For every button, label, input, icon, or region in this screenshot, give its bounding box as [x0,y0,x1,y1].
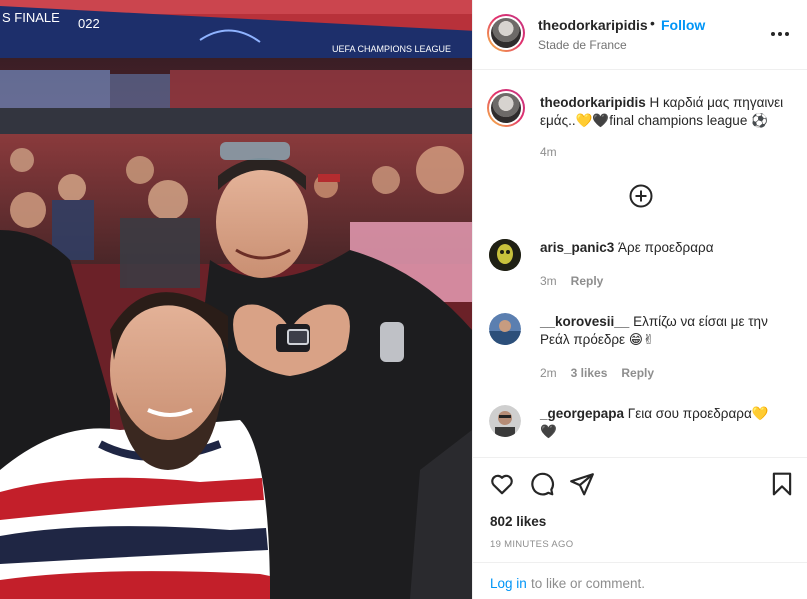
banner-text-left: S FINALE [2,10,60,25]
reply-button[interactable]: Reply [571,274,604,288]
black-heart-emoji: 🖤 [540,424,557,440]
comment-body-line-2: Ρεάλ πρόεδρε [540,332,629,347]
black-heart-emoji: 🖤 [592,113,610,129]
comment-time: 2m [540,366,557,380]
header-separator: • [650,15,655,31]
soccer-ball-emoji: ⚽ [751,113,768,129]
comment-username[interactable]: _georgepapa [540,406,624,421]
comment-icon[interactable] [529,471,555,497]
caption-username[interactable]: theodorkaripidis [540,95,646,110]
login-prompt: Log in to like or comment. [473,562,807,599]
post-location[interactable]: Stade de France [538,38,627,52]
follow-button[interactable]: Follow [661,17,705,33]
caption-line-3: final champions league [609,113,752,128]
banner-text-right: UEFA CHAMPIONS LEAGUE [332,44,451,54]
plus-circle-icon[interactable] [629,184,653,208]
caption-author-avatar[interactable] [487,89,525,127]
comment-body: Ελπίζω να είσαι με την [629,314,768,329]
caption-line-1: Η καρδιά μας πηγαινει [645,95,784,110]
caption-meta: 4m [540,145,571,159]
commenter-avatar[interactable] [489,239,521,271]
comment-body: Άρε προεδραρα [614,240,714,255]
grin-victory-emoji: 😁✌ [628,332,655,348]
caption-line-2: εμάς.. [540,113,576,128]
yellow-heart-emoji: 💛 [751,406,769,422]
comment-text: aris_panic3 Άρε προεδραρα [540,239,790,257]
caption-time: 4m [540,145,557,159]
likes-count[interactable]: 802 likes [490,514,546,529]
bookmark-icon[interactable] [769,471,795,497]
comment-username[interactable]: aris_panic3 [540,240,614,255]
comment-time: 3m [540,274,557,288]
post-actions: 802 likes 19 MINUTES AGO Log in to like … [473,457,807,599]
banner-text-year: 022 [78,16,100,31]
post-header: theodorkaripidis • Follow Stade de Franc… [473,0,807,70]
comment-meta: 2m 3 likes Reply [540,366,668,380]
more-options-icon[interactable] [769,24,791,44]
comments-list[interactable]: theodorkaripidis Η καρδιά μας πηγαινει ε… [473,71,807,457]
reply-button[interactable]: Reply [621,366,654,380]
heart-icon[interactable] [489,471,515,497]
post-timestamp[interactable]: 19 MINUTES AGO [490,539,573,550]
author-avatar[interactable] [487,14,525,52]
login-prompt-text: to like or comment. [531,576,646,591]
post-side-panel: theodorkaripidis • Follow Stade de Franc… [472,0,807,599]
comment-text: _georgepapa Γεια σου προεδραρα💛 🖤 [540,405,790,441]
caption-text: theodorkaripidis Η καρδιά μας πηγαινει ε… [540,94,790,130]
yellow-heart-emoji: 💛 [575,113,593,129]
comment-meta: 3m Reply [540,274,617,288]
comment-likes[interactable]: 3 likes [571,366,608,380]
send-icon[interactable] [569,471,595,497]
post-photo[interactable]: S FINALE 022 UEFA CHAMPIONS LEAGUE [0,0,472,599]
comment-username[interactable]: __korovesii__ [540,314,629,329]
comment-body: Γεια σου προεδραρα [624,406,752,421]
commenter-avatar[interactable] [489,405,521,437]
author-username[interactable]: theodorkaripidis [538,17,648,33]
stadium-selfie-image: S FINALE 022 UEFA CHAMPIONS LEAGUE [0,0,472,599]
comment-text: __korovesii__ Ελπίζω να είσαι με την Ρεά… [540,313,790,349]
login-link[interactable]: Log in [490,576,527,591]
commenter-avatar[interactable] [489,313,521,345]
